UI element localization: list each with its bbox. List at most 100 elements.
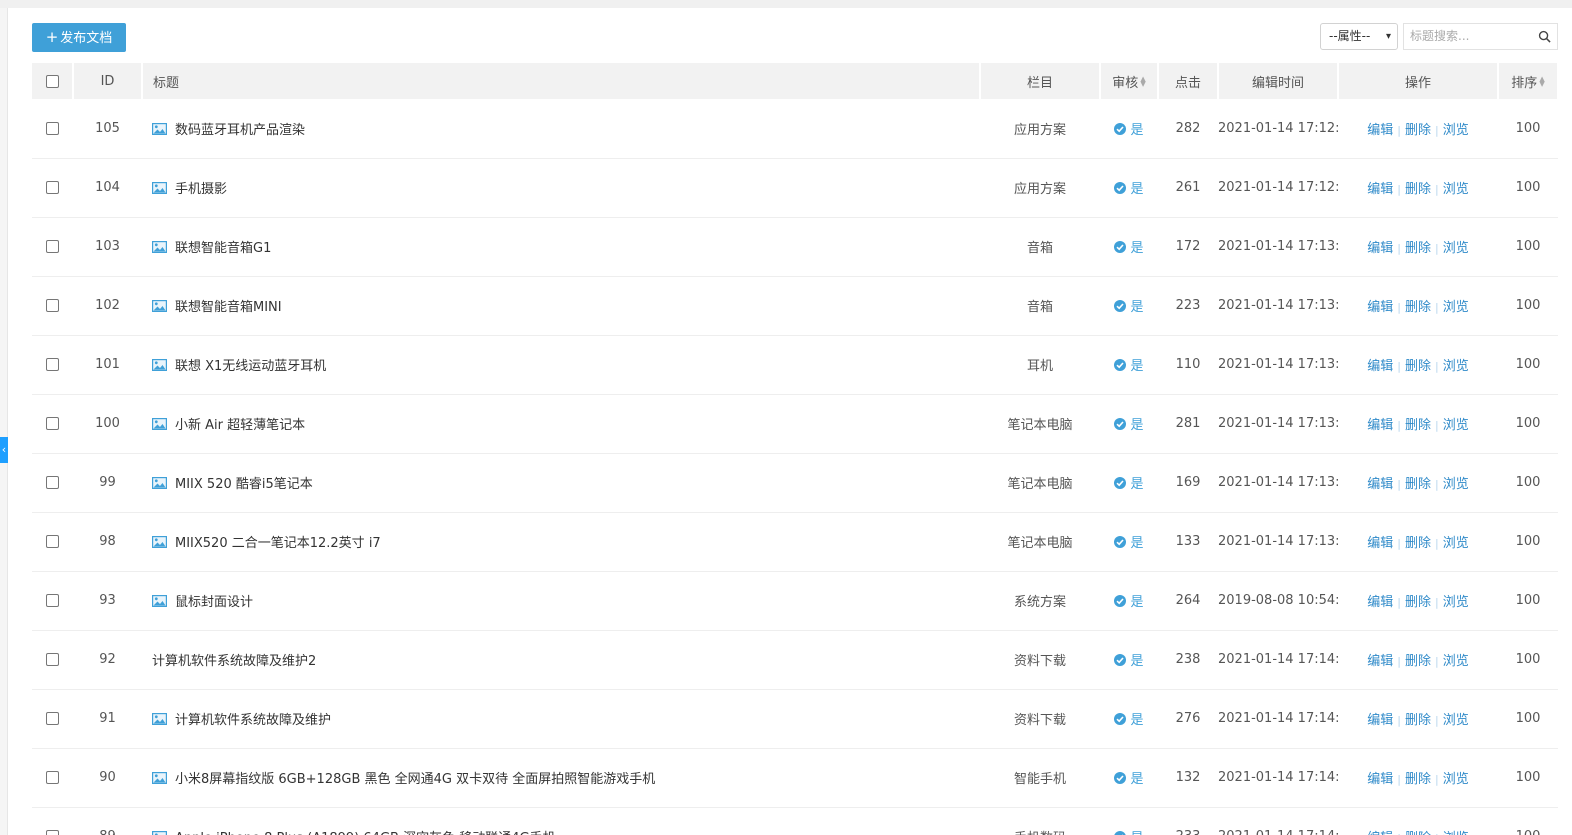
delete-link[interactable]: 删除 <box>1405 831 1431 835</box>
row-audit-cell[interactable]: 是 <box>1100 807 1158 835</box>
delete-link[interactable]: 删除 <box>1405 595 1431 610</box>
row-audit-cell[interactable]: 是 <box>1100 276 1158 336</box>
edit-link[interactable]: 编辑 <box>1367 831 1393 835</box>
row-audit-cell[interactable]: 是 <box>1100 689 1158 749</box>
row-order[interactable]: 100 <box>1498 276 1558 336</box>
row-audit-cell[interactable]: 是 <box>1100 512 1158 572</box>
row-order[interactable]: 100 <box>1498 748 1558 808</box>
row-title[interactable]: MIIX 520 酷睿i5笔记本 <box>175 477 313 492</box>
row-order[interactable]: 100 <box>1498 335 1558 395</box>
delete-link[interactable]: 删除 <box>1405 477 1431 492</box>
row-checkbox[interactable] <box>46 712 59 725</box>
edit-link[interactable]: 编辑 <box>1367 477 1393 492</box>
row-audit-cell[interactable]: 是 <box>1100 748 1158 808</box>
row-checkbox[interactable] <box>46 358 59 371</box>
browse-link[interactable]: 浏览 <box>1443 477 1469 492</box>
row-title[interactable]: 数码蓝牙耳机产品渲染 <box>175 123 305 138</box>
row-order[interactable]: 100 <box>1498 158 1558 218</box>
edit-link[interactable]: 编辑 <box>1367 182 1393 197</box>
delete-link[interactable]: 删除 <box>1405 713 1431 728</box>
row-title[interactable]: 计算机软件系统故障及维护 <box>175 713 331 728</box>
row-order[interactable]: 100 <box>1498 217 1558 277</box>
edit-link[interactable]: 编辑 <box>1367 772 1393 787</box>
row-title[interactable]: 联想 X1无线运动蓝牙耳机 <box>175 359 326 374</box>
row-audit-cell[interactable]: 是 <box>1100 217 1158 277</box>
title-search-input[interactable]: 标题搜索... <box>1403 23 1558 50</box>
delete-link[interactable]: 删除 <box>1405 241 1431 256</box>
row-checkbox[interactable] <box>46 121 59 135</box>
row-order[interactable]: 100 <box>1498 689 1558 749</box>
row-checkbox[interactable] <box>46 535 59 548</box>
edit-link[interactable]: 编辑 <box>1367 359 1393 374</box>
row-checkbox[interactable] <box>46 240 59 253</box>
row-title[interactable]: Apple iPhone 8 Plus (A1899) 64GB 深空灰色 移动… <box>175 831 556 835</box>
delete-link[interactable]: 删除 <box>1405 300 1431 315</box>
row-title[interactable]: 小米8屏幕指纹版 6GB+128GB 黑色 全网通4G 双卡双待 全面屏拍照智能… <box>175 772 655 787</box>
sort-icon[interactable]: ▲ ▼ <box>1140 75 1145 87</box>
delete-link[interactable]: 删除 <box>1405 654 1431 669</box>
edit-link[interactable]: 编辑 <box>1367 595 1393 610</box>
sort-icon[interactable]: ▲ ▼ <box>1539 75 1544 87</box>
add-document-button[interactable]: + 发布文档 <box>32 23 126 52</box>
row-checkbox[interactable] <box>46 476 59 489</box>
row-order[interactable]: 100 <box>1498 99 1558 159</box>
browse-link[interactable]: 浏览 <box>1443 654 1469 669</box>
delete-link[interactable]: 删除 <box>1405 418 1431 433</box>
edit-link[interactable]: 编辑 <box>1367 241 1393 256</box>
edit-link[interactable]: 编辑 <box>1367 713 1393 728</box>
row-checkbox[interactable] <box>46 594 59 607</box>
row-title[interactable]: 计算机软件系统故障及维护2 <box>152 654 316 669</box>
attribute-select[interactable]: --属性-- ▾ <box>1320 23 1398 50</box>
sidebar-collapse-icon[interactable]: ‹ <box>0 437 8 463</box>
select-all-checkbox[interactable] <box>45 74 59 88</box>
row-title[interactable]: 联想智能音箱MINI <box>175 300 282 315</box>
browse-link[interactable]: 浏览 <box>1443 536 1469 551</box>
row-title[interactable]: 联想智能音箱G1 <box>175 241 271 256</box>
row-audit-cell[interactable]: 是 <box>1100 158 1158 218</box>
browse-link[interactable]: 浏览 <box>1443 831 1469 835</box>
row-order[interactable]: 100 <box>1498 453 1558 513</box>
browse-link[interactable]: 浏览 <box>1443 300 1469 315</box>
row-checkbox[interactable] <box>46 771 59 784</box>
row-audit-cell[interactable]: 是 <box>1100 630 1158 690</box>
row-title[interactable]: MIIX520 二合一笔记本12.2英寸 i7 <box>175 536 381 551</box>
row-checkbox[interactable] <box>46 181 59 194</box>
row-checkbox[interactable] <box>46 653 59 666</box>
browse-link[interactable]: 浏览 <box>1443 595 1469 610</box>
delete-link[interactable]: 删除 <box>1405 772 1431 787</box>
row-audit-cell[interactable]: 是 <box>1100 394 1158 454</box>
search-icon[interactable] <box>1538 30 1551 43</box>
edit-link[interactable]: 编辑 <box>1367 654 1393 669</box>
delete-link[interactable]: 删除 <box>1405 536 1431 551</box>
row-checkbox[interactable] <box>46 830 59 835</box>
browse-link[interactable]: 浏览 <box>1443 182 1469 197</box>
edit-link[interactable]: 编辑 <box>1367 300 1393 315</box>
col-audit-header[interactable]: 审核 ▲ ▼ <box>1100 63 1159 99</box>
delete-link[interactable]: 删除 <box>1405 359 1431 374</box>
edit-link[interactable]: 编辑 <box>1367 123 1393 138</box>
row-order[interactable]: 100 <box>1498 512 1558 572</box>
row-audit-cell[interactable]: 是 <box>1100 453 1158 513</box>
row-checkbox[interactable] <box>46 299 59 312</box>
row-title[interactable]: 小新 Air 超轻薄笔记本 <box>175 418 305 433</box>
row-audit-cell[interactable]: 是 <box>1100 571 1158 631</box>
edit-link[interactable]: 编辑 <box>1367 418 1393 433</box>
browse-link[interactable]: 浏览 <box>1443 241 1469 256</box>
row-order[interactable]: 100 <box>1498 394 1558 454</box>
row-audit-cell[interactable]: 是 <box>1100 335 1158 395</box>
browse-link[interactable]: 浏览 <box>1443 123 1469 138</box>
row-checkbox[interactable] <box>46 417 59 430</box>
row-order[interactable]: 100 <box>1498 807 1558 835</box>
browse-link[interactable]: 浏览 <box>1443 713 1469 728</box>
row-order[interactable]: 100 <box>1498 571 1558 631</box>
browse-link[interactable]: 浏览 <box>1443 772 1469 787</box>
col-order-header[interactable]: 排序 ▲ ▼ <box>1498 63 1559 99</box>
edit-link[interactable]: 编辑 <box>1367 536 1393 551</box>
delete-link[interactable]: 删除 <box>1405 123 1431 138</box>
row-title[interactable]: 手机摄影 <box>175 182 227 197</box>
row-audit-cell[interactable]: 是 <box>1100 99 1158 159</box>
delete-link[interactable]: 删除 <box>1405 182 1431 197</box>
browse-link[interactable]: 浏览 <box>1443 359 1469 374</box>
browse-link[interactable]: 浏览 <box>1443 418 1469 433</box>
row-title[interactable]: 鼠标封面设计 <box>175 595 253 610</box>
